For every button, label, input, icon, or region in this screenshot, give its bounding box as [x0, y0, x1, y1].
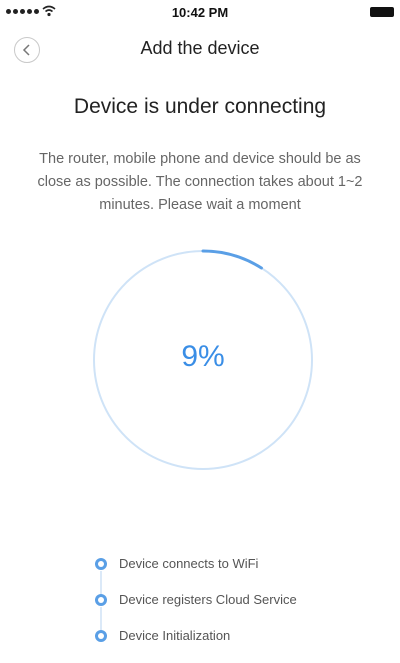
- step-label: Device connects to WiFi: [119, 556, 259, 571]
- status-bar: 10:42 PM: [0, 0, 400, 24]
- page-title: Add the device: [140, 38, 260, 58]
- step-item: Device registers Cloud Service: [95, 591, 375, 630]
- step-marker: [95, 630, 107, 642]
- status-time: 10:42 PM: [171, 5, 229, 20]
- step-label: Device Initialization: [119, 628, 231, 643]
- connection-steps: Device connects to WiFi Device registers…: [95, 555, 375, 663]
- nav-bar: Add the device: [0, 28, 400, 68]
- connection-headline: Device is under connecting: [73, 95, 327, 118]
- step-item: Device Initialization: [95, 627, 375, 663]
- connection-description: The router, mobile phone and device shou…: [37, 151, 363, 213]
- step-marker: [95, 594, 107, 606]
- progress-percent: 9%: [181, 340, 225, 373]
- step-label: Device registers Cloud Service: [119, 592, 297, 607]
- battery-icon: [370, 7, 394, 17]
- step-item: Device connects to WiFi: [95, 555, 375, 594]
- step-marker: [95, 558, 107, 570]
